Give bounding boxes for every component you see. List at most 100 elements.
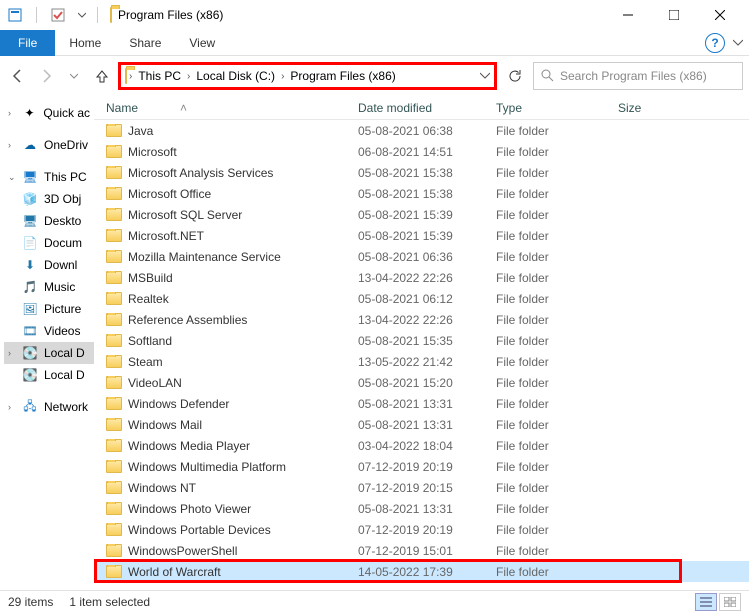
folder-icon [106, 313, 122, 326]
table-row[interactable]: Windows Defender05-08-2021 13:31File fol… [94, 393, 749, 414]
chevron-right-icon[interactable]: › [187, 71, 190, 82]
breadcrumb-drive[interactable]: Local Disk (C:) [192, 67, 279, 85]
sidebar-item[interactable]: 🎵Music [4, 276, 94, 298]
nav-row: › This PC › Local Disk (C:) › Program Fi… [0, 56, 749, 96]
table-row[interactable]: WindowsPowerShell07-12-2019 15:01File fo… [94, 540, 749, 561]
folder-icon [106, 523, 122, 536]
refresh-button[interactable] [501, 62, 529, 90]
details-view-button[interactable] [695, 593, 717, 611]
back-button[interactable] [6, 64, 30, 88]
table-row[interactable]: World of Warcraft14-05-2022 17:39File fo… [94, 561, 749, 582]
sidebar-item[interactable]: ›💽Local D [4, 342, 94, 364]
folder-icon [106, 250, 122, 263]
table-row[interactable]: Microsoft SQL Server05-08-2021 15:39File… [94, 204, 749, 225]
folder-icon [106, 502, 122, 515]
table-row[interactable]: Microsoft Analysis Services05-08-2021 15… [94, 162, 749, 183]
titlebar: Program Files (x86) [0, 0, 749, 30]
folder-icon [106, 124, 122, 137]
table-row[interactable]: Microsoft Office05-08-2021 15:38File fol… [94, 183, 749, 204]
star-icon: ✦ [22, 105, 38, 121]
ribbon: File Home Share View ? [0, 30, 749, 56]
drive-icon: 🎞 [22, 323, 38, 339]
help-button[interactable]: ? [705, 33, 725, 53]
table-row[interactable]: Windows NT07-12-2019 20:15File folder [94, 477, 749, 498]
sidebar-this-pc[interactable]: ⌄🖥This PC [4, 166, 94, 188]
col-size[interactable]: Size [618, 101, 698, 115]
status-selection: 1 item selected [69, 595, 150, 609]
folder-icon [106, 229, 122, 242]
view-tab[interactable]: View [175, 30, 229, 56]
table-row[interactable]: Windows Media Player03-04-2022 18:04File… [94, 435, 749, 456]
sidebar-onedrive[interactable]: ›☁OneDriv [4, 134, 94, 156]
table-row[interactable]: Windows Mail05-08-2021 13:31File folder [94, 414, 749, 435]
breadcrumb-this-pc[interactable]: This PC [134, 67, 185, 85]
address-bar[interactable]: › This PC › Local Disk (C:) › Program Fi… [118, 62, 497, 90]
sidebar-network[interactable]: ›🖧Network [4, 396, 94, 418]
column-headers: Name˄ Date modified Type Size [94, 96, 749, 120]
col-date[interactable]: Date modified [358, 101, 496, 115]
table-row[interactable]: Softland05-08-2021 15:35File folder [94, 330, 749, 351]
table-row[interactable]: Mozilla Maintenance Service05-08-2021 06… [94, 246, 749, 267]
cloud-icon: ☁ [22, 137, 38, 153]
drive-icon: ⬇ [22, 257, 38, 273]
minimize-button[interactable] [605, 0, 651, 30]
maximize-button[interactable] [651, 0, 697, 30]
folder-icon [110, 8, 112, 22]
table-row[interactable]: Java05-08-2021 06:38File folder [94, 120, 749, 141]
status-bar: 29 items 1 item selected [0, 590, 749, 612]
sort-asc-icon: ˄ [180, 101, 187, 115]
table-row[interactable]: Microsoft06-08-2021 14:51File folder [94, 141, 749, 162]
properties-icon[interactable] [6, 6, 24, 24]
drive-icon: 🖥 [22, 213, 38, 229]
forward-button[interactable] [34, 64, 58, 88]
sidebar-item[interactable]: 🎞Videos [4, 320, 94, 342]
share-tab[interactable]: Share [115, 30, 175, 56]
file-list: Java05-08-2021 06:38File folderMicrosoft… [94, 120, 749, 582]
sidebar-item[interactable]: 🧊3D Obj [4, 188, 94, 210]
network-icon: 🖧 [22, 399, 38, 415]
sidebar-item[interactable]: 💽Local D [4, 364, 94, 386]
recent-chevron-icon[interactable] [62, 64, 86, 88]
table-row[interactable]: Windows Photo Viewer05-08-2021 13:31File… [94, 498, 749, 519]
folder-icon [106, 334, 122, 347]
sidebar: ›✦Quick ac ›☁OneDriv ⌄🖥This PC 🧊3D Obj🖥D… [0, 96, 94, 590]
ribbon-expand-icon[interactable] [733, 36, 743, 50]
folder-icon [106, 460, 122, 473]
folder-icon [106, 439, 122, 452]
sidebar-item[interactable]: 🖼Picture [4, 298, 94, 320]
table-row[interactable]: Windows Multimedia Platform07-12-2019 20… [94, 456, 749, 477]
table-row[interactable]: Reference Assemblies13-04-2022 22:26File… [94, 309, 749, 330]
folder-icon [106, 187, 122, 200]
pc-icon: 🖥 [22, 169, 38, 185]
table-row[interactable]: Realtek05-08-2021 06:12File folder [94, 288, 749, 309]
checkbox-icon[interactable] [49, 6, 67, 24]
address-chevron-icon[interactable] [480, 69, 490, 83]
sidebar-item[interactable]: 🖥Deskto [4, 210, 94, 232]
table-row[interactable]: Microsoft.NET05-08-2021 15:39File folder [94, 225, 749, 246]
table-row[interactable]: Windows Portable Devices07-12-2019 20:19… [94, 519, 749, 540]
file-tab[interactable]: File [0, 30, 55, 56]
up-button[interactable] [90, 64, 114, 88]
large-icons-view-button[interactable] [719, 593, 741, 611]
qat-chevron-icon[interactable] [73, 6, 91, 24]
close-button[interactable] [697, 0, 743, 30]
folder-icon [106, 418, 122, 431]
sidebar-item[interactable]: 📄Docum [4, 232, 94, 254]
chevron-right-icon[interactable]: › [281, 71, 284, 82]
table-row[interactable]: VideoLAN05-08-2021 15:20File folder [94, 372, 749, 393]
table-row[interactable]: MSBuild13-04-2022 22:26File folder [94, 267, 749, 288]
chevron-right-icon[interactable]: › [129, 71, 132, 82]
drive-icon: 💽 [22, 345, 38, 361]
search-input[interactable]: Search Program Files (x86) [533, 62, 743, 90]
drive-icon: 💽 [22, 367, 38, 383]
col-type[interactable]: Type [496, 101, 618, 115]
col-name[interactable]: Name˄ [100, 101, 358, 115]
home-tab[interactable]: Home [55, 30, 115, 56]
sidebar-quick-access[interactable]: ›✦Quick ac [4, 102, 94, 124]
search-placeholder: Search Program Files (x86) [560, 69, 707, 83]
drive-icon: 🖼 [22, 301, 38, 317]
breadcrumb-folder[interactable]: Program Files (x86) [286, 67, 399, 85]
table-row[interactable]: Steam13-05-2022 21:42File folder [94, 351, 749, 372]
sidebar-item[interactable]: ⬇Downl [4, 254, 94, 276]
status-count: 29 items [8, 595, 53, 609]
